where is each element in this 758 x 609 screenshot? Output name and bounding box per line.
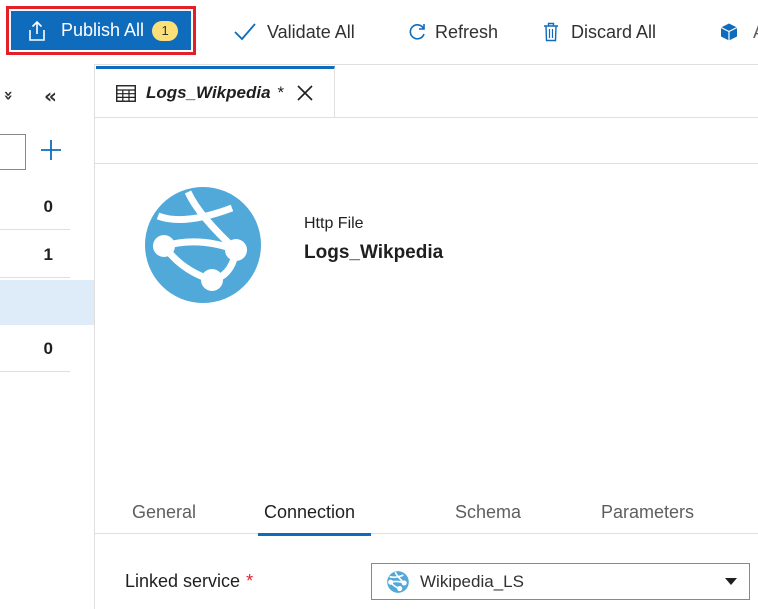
validate-all-label: Validate All xyxy=(267,21,355,42)
tab-general-label: General xyxy=(132,502,197,522)
factory-toolbar: Publish All 1 Validate All Refresh Disca… xyxy=(0,0,758,64)
resource-row[interactable]: 0 xyxy=(0,326,70,372)
arm-template-label: A xyxy=(753,22,758,43)
editor-toolbar-border xyxy=(94,163,758,164)
checkmark-icon xyxy=(234,23,256,41)
factory-resources-pane: » « 0 1 0 xyxy=(0,64,94,609)
required-marker: * xyxy=(246,571,254,591)
dataset-type-label: Http File xyxy=(304,215,364,232)
filter-resources-input[interactable] xyxy=(0,134,26,170)
linked-service-dropdown[interactable]: Wikipedia_LS xyxy=(371,563,750,600)
tab-strip-border xyxy=(94,117,758,118)
dataset-name-label: Logs_Wikpedia xyxy=(304,242,444,263)
tab-schema[interactable]: Schema xyxy=(455,496,521,534)
tabs-top-border xyxy=(94,64,758,65)
pending-changes-badge: 1 xyxy=(152,20,179,41)
globe-network-icon xyxy=(145,187,261,303)
publish-all-label: Publish All xyxy=(61,20,145,40)
tab-title: Logs_Wikpedia xyxy=(146,83,271,102)
tab-connection-label: Connection xyxy=(264,502,356,522)
resource-count: 0 xyxy=(43,339,53,358)
publish-all-button-fill[interactable]: Publish All 1 xyxy=(11,11,191,50)
plus-icon[interactable] xyxy=(39,138,63,162)
discard-all-button[interactable]: Discard All xyxy=(543,18,656,46)
refresh-button[interactable]: Refresh xyxy=(407,18,498,46)
properties-tab-bar: General Connection Schema Parameters xyxy=(94,496,758,536)
tab-parameters[interactable]: Parameters xyxy=(601,496,694,534)
collapse-pane-icon[interactable]: « xyxy=(44,84,57,108)
trash-icon xyxy=(544,22,558,42)
unsaved-indicator: * xyxy=(277,83,285,102)
discard-all-label: Discard All xyxy=(571,21,657,42)
resource-row[interactable]: 0 xyxy=(0,184,70,230)
tab-general[interactable]: General xyxy=(132,496,196,534)
refresh-icon xyxy=(409,24,425,40)
refresh-label: Refresh xyxy=(435,21,499,42)
tab-schema-label: Schema xyxy=(455,502,522,522)
resource-count: 0 xyxy=(43,197,53,216)
resource-count: 1 xyxy=(43,245,53,264)
globe-network-icon xyxy=(387,570,409,593)
tab-parameters-label: Parameters xyxy=(601,502,695,522)
linked-service-label: Linked service * xyxy=(125,571,253,592)
linked-service-value: Wikipedia_LS xyxy=(420,571,524,591)
publish-all-button[interactable]: Publish All 1 xyxy=(6,6,196,55)
chevron-down-icon xyxy=(725,578,737,585)
linked-service-label-text: Linked service xyxy=(125,571,241,591)
tab-connection[interactable]: Connection xyxy=(257,496,372,536)
resource-row[interactable]: 1 xyxy=(0,232,70,278)
upload-icon xyxy=(29,20,45,41)
collapse-all-icon[interactable]: » xyxy=(0,90,19,100)
close-icon[interactable] xyxy=(296,84,314,102)
package-icon xyxy=(720,23,738,41)
arm-template-button[interactable]: A xyxy=(719,18,758,46)
dataset-editor-tab[interactable]: Logs_Wikpedia * xyxy=(96,66,335,117)
table-icon xyxy=(116,84,136,102)
resource-row-selected[interactable] xyxy=(0,280,94,325)
validate-all-button[interactable]: Validate All xyxy=(233,18,355,46)
